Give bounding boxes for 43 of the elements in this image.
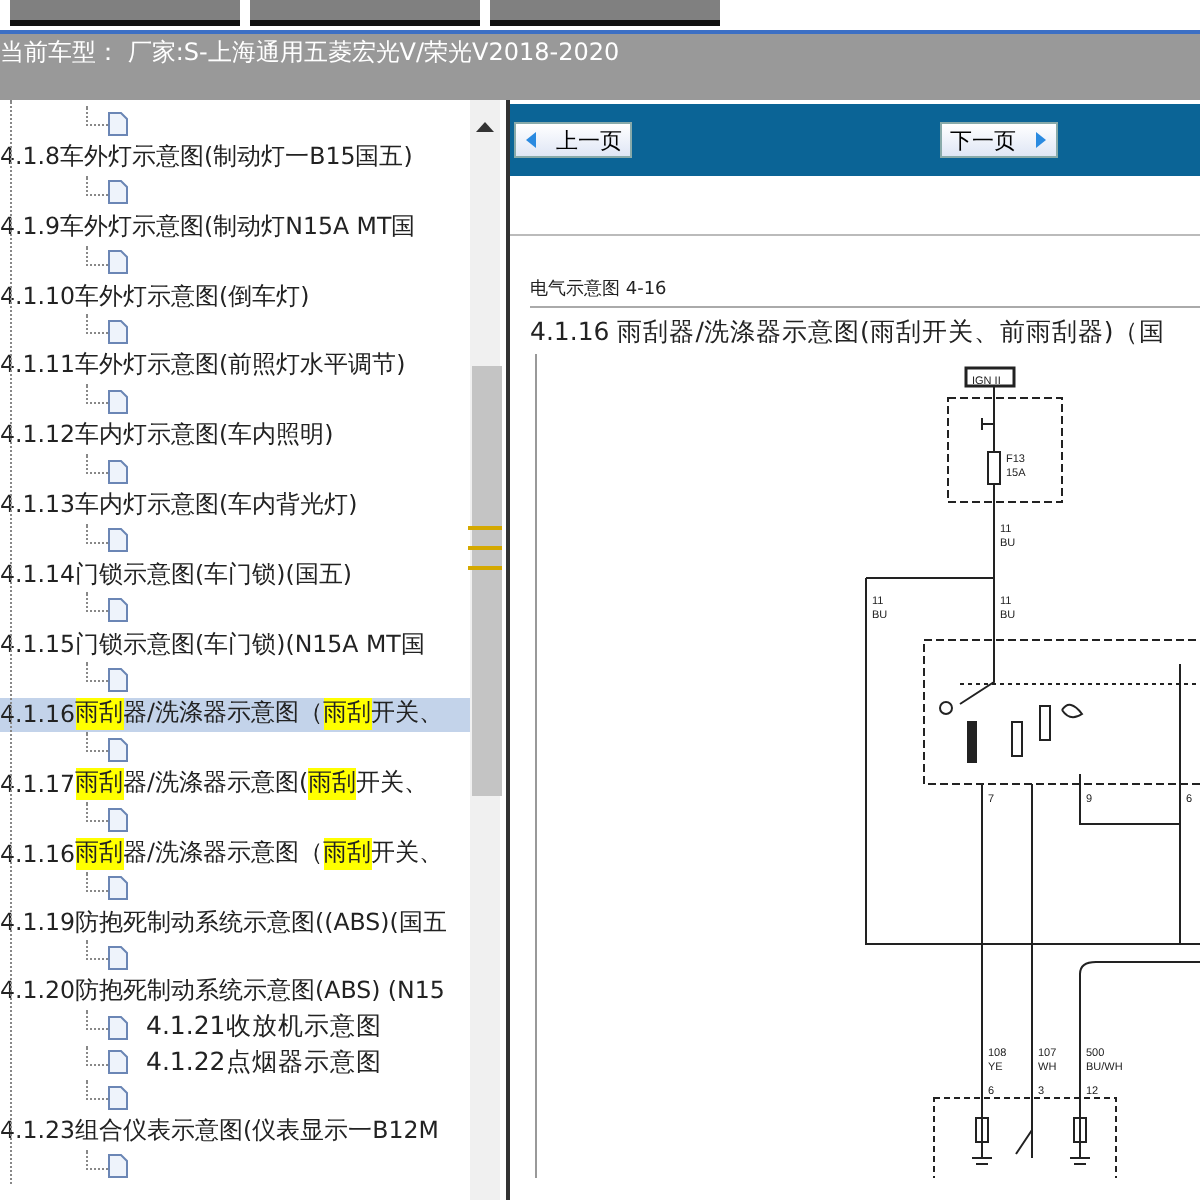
page-icon <box>108 459 128 484</box>
tree-item[interactable]: 4.1.20防抱死制动系统示意图(ABS) (N15 <box>0 975 470 1011</box>
page-icon <box>108 320 128 345</box>
tree-item[interactable]: 4.1.13车内灯示意图(车内背光灯) <box>0 488 470 524</box>
page-icon <box>108 250 128 275</box>
tree-item[interactable]: 4.1.19防抱死制动系统示意图((ABS)(国五 <box>0 905 470 941</box>
tree-item[interactable]: 4.1.22点烟器示意图 <box>146 1045 382 1080</box>
position-marker-icon <box>468 526 502 570</box>
tree-item[interactable]: 4.1.12车内灯示意图(车内照明) <box>0 419 470 454</box>
page-icon <box>108 180 128 205</box>
previous-page-button[interactable]: 上一页 <box>514 122 632 158</box>
scroll-up-arrow-icon[interactable] <box>476 122 494 132</box>
page-icon <box>108 1050 128 1075</box>
page-icon <box>108 667 128 692</box>
page-icon <box>108 807 128 831</box>
page-icon <box>108 598 128 623</box>
toolbar-button[interactable] <box>490 0 720 26</box>
tree-item[interactable]: 4.1.15门锁示意图(车门锁)(N15A MT国 <box>0 627 470 663</box>
page-icon <box>108 111 128 136</box>
page-icon <box>108 737 128 762</box>
page-icon <box>108 1085 128 1110</box>
page-icon <box>108 876 128 901</box>
page-icon <box>108 946 128 971</box>
document-title: 4.1.16 雨刮器/洗涤器示意图(雨刮开关、前雨刮器)（国 <box>530 316 1168 350</box>
tree-item[interactable]: 4.1.14门锁示意图(车门锁)(国五) <box>0 558 470 593</box>
vehicle-model-text: 当前车型： 厂家:S-上海通用五菱宏光V/荣光V2018-2020 <box>0 36 620 70</box>
tree-item[interactable]: 4.1.8车外灯示意图(制动灯一B15国五) <box>0 140 470 176</box>
toolbar-button[interactable] <box>250 0 480 26</box>
tree-item[interactable]: 4.1.10车外灯示意图(倒车灯) <box>0 279 470 315</box>
page-icon <box>108 389 128 414</box>
page-header: 电气示意图 4-16 <box>530 280 667 300</box>
page-icon <box>108 1154 128 1179</box>
tree-item[interactable]: 4.1.9车外灯示意图(制动灯N15A MT国 <box>0 210 470 246</box>
right-arrow-icon <box>1032 130 1048 150</box>
page-icon <box>108 528 128 553</box>
toolbar-button[interactable] <box>10 0 240 26</box>
scrollbar[interactable] <box>470 100 500 1200</box>
left-arrow-icon <box>524 130 540 150</box>
next-page-button[interactable]: 下一页 <box>940 122 1058 158</box>
tree-item[interactable]: 4.1.21收放机示意图 <box>146 1010 382 1045</box>
tree-item[interactable]: 4.1.23组合仪表示意图(仪表显示一B12M <box>0 1114 470 1150</box>
page-icon <box>108 1015 128 1040</box>
tree-item[interactable]: 4.1.11车外灯示意图(前照灯水平调节) <box>0 349 470 385</box>
